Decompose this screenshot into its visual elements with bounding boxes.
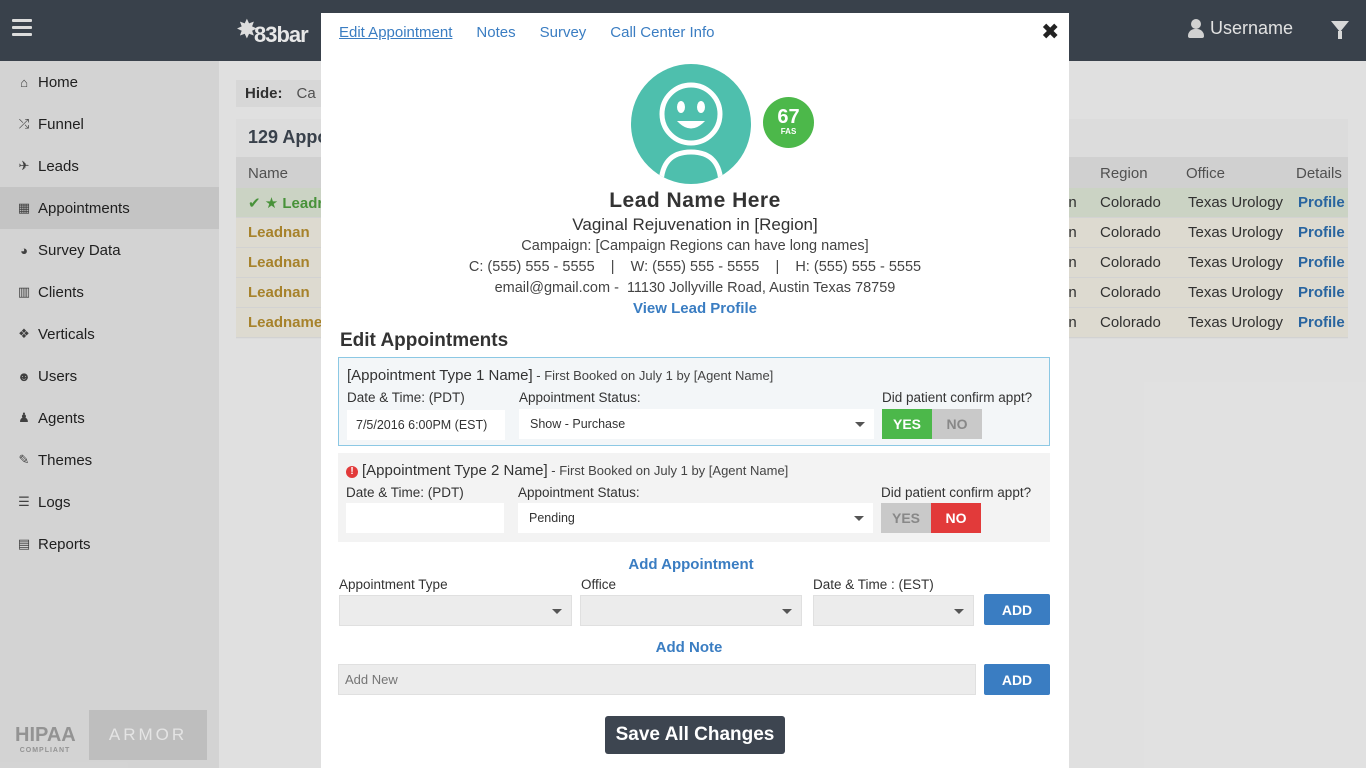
appointment-date-field[interactable] [346, 503, 504, 533]
appointment-title: ! [Appointment Type 2 Name] - First Booke… [346, 462, 788, 479]
office-label: Office [581, 577, 617, 592]
confirm-no-button[interactable]: NO [932, 409, 982, 439]
date-time-label: Date & Time : (EST) [813, 577, 934, 592]
lead-phones: C: (555) 555 - 5555 | W: (555) 555 - 555… [468, 259, 922, 275]
tab-call-center-info[interactable]: Call Center Info [610, 24, 714, 41]
appointment-card: [Appointment Type 1 Name] - First Booked… [338, 357, 1050, 446]
lead-campaign: Campaign: [Campaign Regions can have lon… [521, 238, 869, 254]
close-icon[interactable]: ✖ [1041, 19, 1059, 45]
date-label: Date & Time: (PDT) [346, 485, 464, 500]
confirm-yes-button[interactable]: YES [882, 409, 932, 439]
tab-edit-appointment[interactable]: Edit Appointment [339, 24, 452, 41]
lead-avatar-icon [631, 64, 751, 184]
confirm-no-button[interactable]: NO [931, 503, 981, 533]
add-appointment-heading[interactable]: Add Appointment [321, 556, 1061, 573]
edit-appointment-modal: Edit Appointment Notes Survey Call Cente… [321, 13, 1069, 768]
appointment-title: [Appointment Type 1 Name] - First Booked… [347, 367, 774, 384]
chevron-down-icon [782, 609, 792, 614]
confirm-toggle[interactable]: YES NO [882, 409, 982, 439]
add-appointment-button[interactable]: ADD [984, 594, 1050, 625]
date-time-select[interactable] [813, 595, 974, 626]
appointment-status-select[interactable]: Pending [518, 503, 873, 533]
appointment-status-select[interactable]: Show - Purchase [519, 409, 874, 439]
confirm-label: Did patient confirm appt? [881, 485, 1032, 500]
chevron-down-icon [854, 516, 864, 521]
confirm-yes-button[interactable]: YES [881, 503, 931, 533]
status-label: Appointment Status: [519, 390, 641, 405]
view-lead-profile-link[interactable]: View Lead Profile [321, 300, 1069, 317]
status-label: Appointment Status: [518, 485, 640, 500]
lead-name: Lead Name Here [609, 189, 781, 212]
chevron-down-icon [552, 609, 562, 614]
appointment-date-field[interactable] [347, 410, 505, 440]
lead-contact: email@gmail.com - 11130 Jollyville Road,… [494, 280, 896, 296]
lead-procedure: Vaginal Rejuvenation in [Region] [572, 215, 818, 234]
office-select[interactable] [580, 595, 802, 626]
edit-appointments-title: Edit Appointments [340, 330, 509, 351]
fas-score-badge: 67 FAS [763, 97, 814, 148]
add-note-button[interactable]: ADD [984, 664, 1050, 695]
appointment-type-label: Appointment Type [339, 577, 448, 592]
date-label: Date & Time: (PDT) [347, 390, 465, 405]
tab-notes[interactable]: Notes [476, 24, 515, 41]
chevron-down-icon [855, 422, 865, 427]
tab-survey[interactable]: Survey [540, 24, 587, 41]
appointment-card: ! [Appointment Type 2 Name] - First Booke… [338, 453, 1050, 542]
modal-tabs: Edit Appointment Notes Survey Call Cente… [339, 24, 715, 41]
confirm-label: Did patient confirm appt? [882, 390, 1033, 405]
confirm-toggle[interactable]: YES NO [881, 503, 981, 533]
save-all-changes-button[interactable]: Save All Changes [605, 716, 785, 754]
add-note-heading[interactable]: Add Note [321, 639, 1057, 656]
appointment-type-select[interactable] [339, 595, 572, 626]
note-input[interactable] [338, 664, 976, 695]
chevron-down-icon [954, 609, 964, 614]
alert-icon: ! [346, 466, 358, 478]
